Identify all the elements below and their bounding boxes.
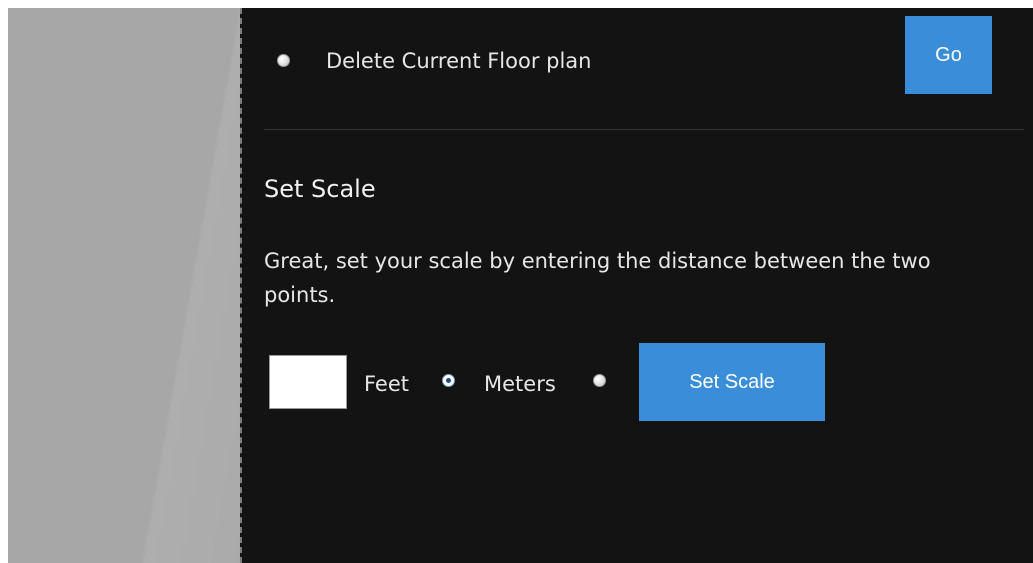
set-scale-button[interactable]: Set Scale — [639, 343, 825, 421]
set-scale-heading: Set Scale — [264, 175, 376, 203]
delete-floor-plan-radio[interactable] — [277, 54, 290, 67]
floor-plan-canvas[interactable] — [8, 8, 240, 563]
canvas-sheen — [8, 8, 240, 563]
scale-distance-input[interactable] — [269, 355, 347, 409]
feet-label: Feet — [364, 372, 410, 396]
app-frame: Delete Current Floor plan Go Set Scale G… — [8, 8, 1033, 563]
floor-plan-panel: Delete Current Floor plan Go Set Scale G… — [240, 8, 1033, 563]
set-scale-instructions: Great, set your scale by entering the di… — [264, 249, 931, 307]
section-divider — [264, 129, 1024, 130]
go-button[interactable]: Go — [905, 16, 992, 94]
delete-floor-plan-label: Delete Current Floor plan — [326, 49, 592, 73]
feet-radio[interactable] — [442, 374, 455, 387]
meters-label: Meters — [484, 372, 556, 396]
meters-radio[interactable] — [593, 374, 606, 387]
